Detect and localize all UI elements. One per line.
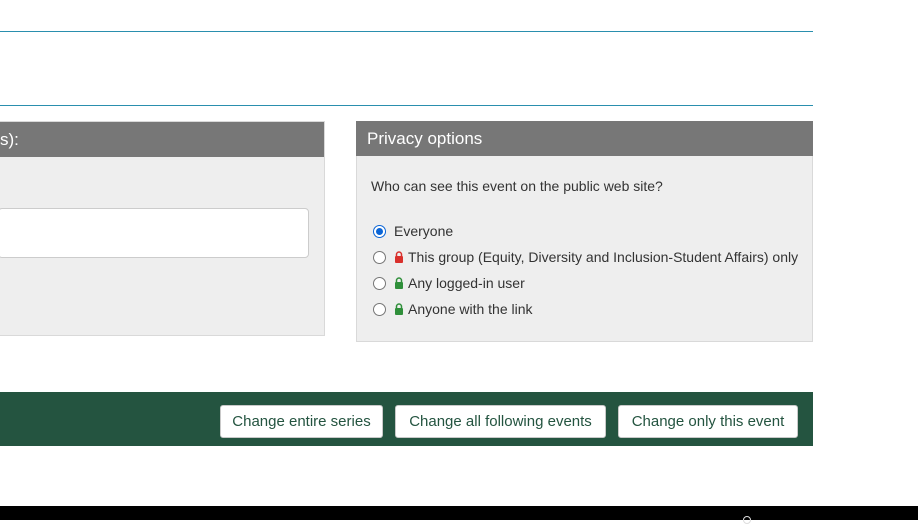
footer-bar <box>0 506 918 520</box>
privacy-option-everyone[interactable]: Everyone <box>371 218 798 244</box>
everyone-radio[interactable] <box>373 224 386 238</box>
green-lock-icon <box>395 303 403 315</box>
everyone-label: Everyone <box>394 223 454 239</box>
privacy-option-logged-in[interactable]: Any logged-in user <box>371 270 798 296</box>
left-panel: s): <box>0 121 325 336</box>
footer-circle-icon <box>743 516 751 524</box>
section-divider <box>0 105 813 106</box>
privacy-question: Who can see this event on the public web… <box>371 178 663 194</box>
group-only-label: This group (Equity, Diversity and Inclus… <box>408 249 799 265</box>
action-bar: Change entire series Change all followin… <box>0 392 813 446</box>
privacy-options-header: Privacy options <box>356 121 813 156</box>
link-label: Anyone with the link <box>408 301 533 317</box>
privacy-option-link[interactable]: Anyone with the link <box>371 296 798 322</box>
logged-in-radio[interactable] <box>373 276 386 290</box>
logged-in-label: Any logged-in user <box>408 275 525 291</box>
top-divider <box>0 31 813 32</box>
change-all-following-button[interactable]: Change all following events <box>395 405 606 438</box>
privacy-option-group-only[interactable]: This group (Equity, Diversity and Inclus… <box>371 244 798 270</box>
change-only-this-button[interactable]: Change only this event <box>618 405 798 438</box>
left-panel-header: s): <box>0 122 324 157</box>
red-lock-icon <box>395 251 403 263</box>
change-entire-series-button[interactable]: Change entire series <box>220 405 383 438</box>
group-only-radio[interactable] <box>373 250 386 264</box>
link-radio[interactable] <box>373 302 386 316</box>
green-lock-icon <box>395 277 403 289</box>
privacy-radio-group: Everyone This group (Equity, Diversity a… <box>371 218 798 322</box>
left-panel-text-field[interactable] <box>0 208 309 258</box>
privacy-options-panel: Privacy options Who can see this event o… <box>356 121 813 342</box>
